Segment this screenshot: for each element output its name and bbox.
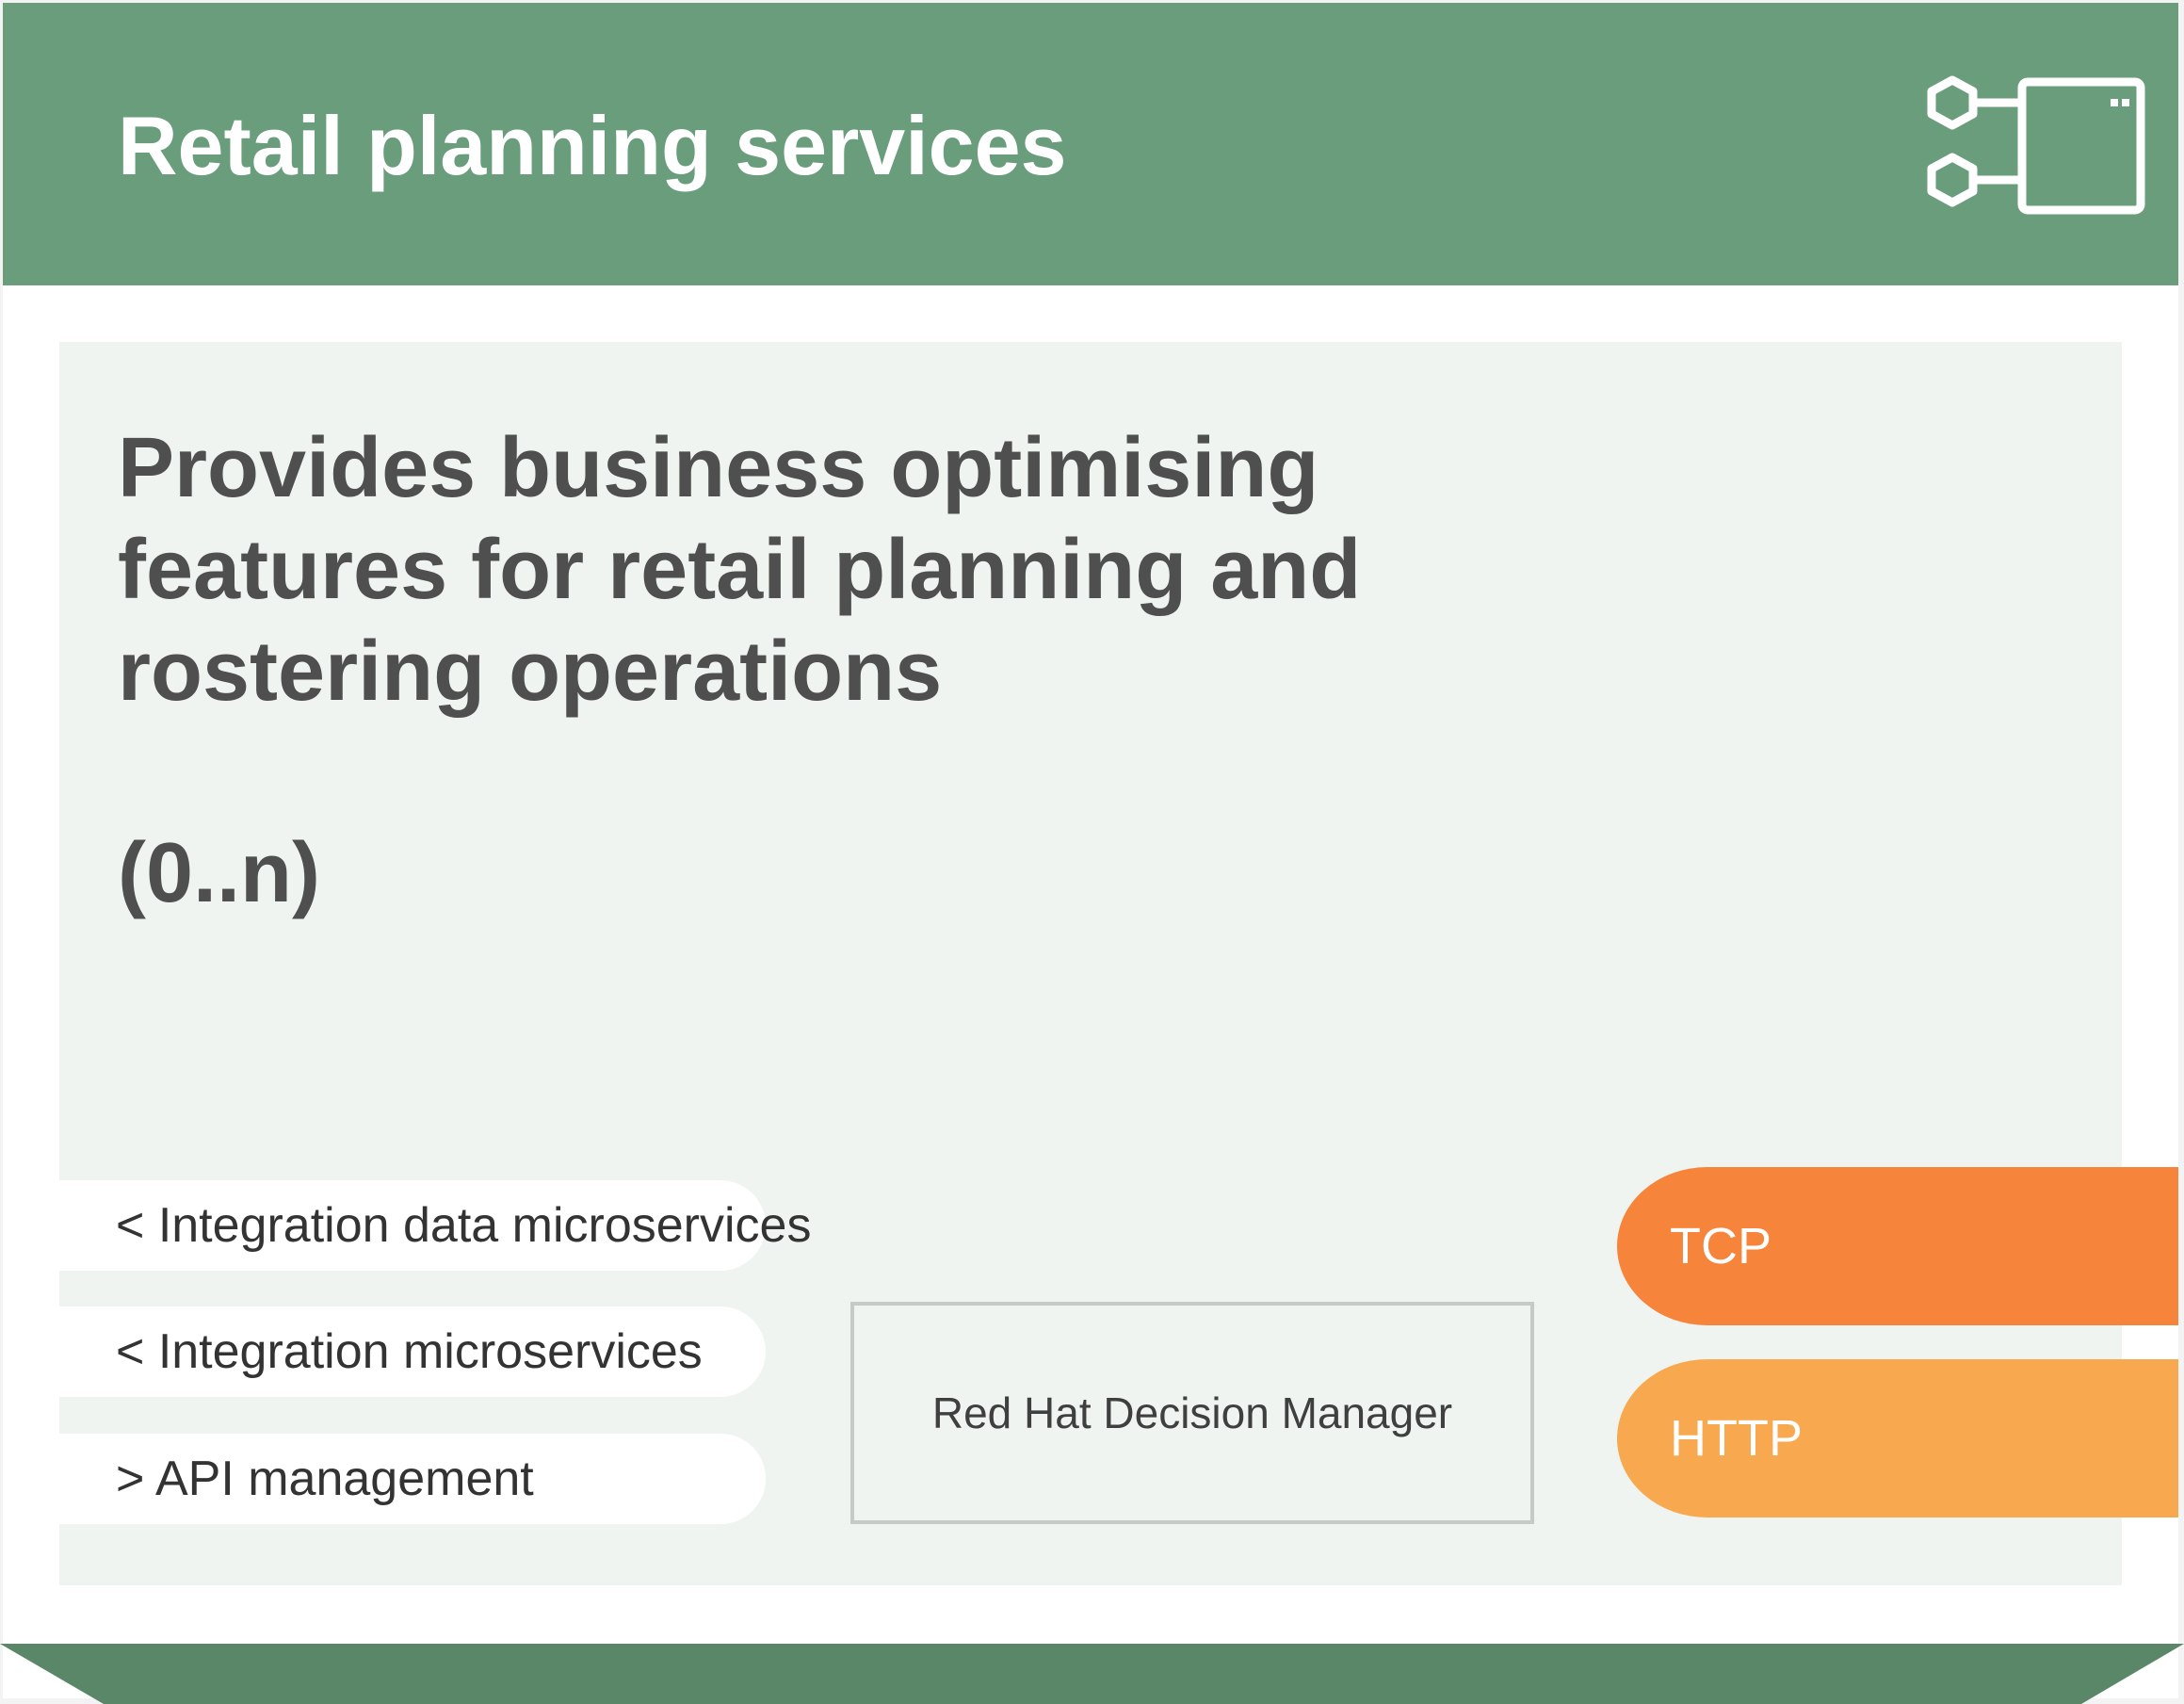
connection-label: < Integration microservices	[116, 1324, 703, 1379]
protocol-http: HTTP	[1617, 1359, 2178, 1517]
footer-band	[0, 1644, 2184, 1704]
connection-api-management: > API management	[59, 1434, 766, 1524]
protocol-tcp: TCP	[1617, 1167, 2178, 1325]
header-bar: Retail planning services	[3, 3, 2178, 285]
decision-manager-component: Red Hat Decision Manager	[850, 1302, 1534, 1524]
cardinality-label: (0..n)	[118, 826, 320, 920]
service-title: Retail planning services	[118, 99, 1067, 192]
component-label: Red Hat Decision Manager	[931, 1388, 1453, 1437]
protocol-label: TCP	[1670, 1218, 1771, 1274]
microservice-container-icon	[1927, 75, 2145, 215]
service-description: Provides business optimising features fo…	[118, 421, 1362, 719]
connection-integration-microservices: < Integration microservices	[59, 1306, 766, 1397]
connection-label: < Integration data microservices	[116, 1198, 812, 1253]
protocol-label: HTTP	[1670, 1410, 1803, 1467]
connection-integration-data-microservices: < Integration data microservices	[59, 1180, 811, 1271]
connection-label: > API management	[116, 1452, 534, 1506]
